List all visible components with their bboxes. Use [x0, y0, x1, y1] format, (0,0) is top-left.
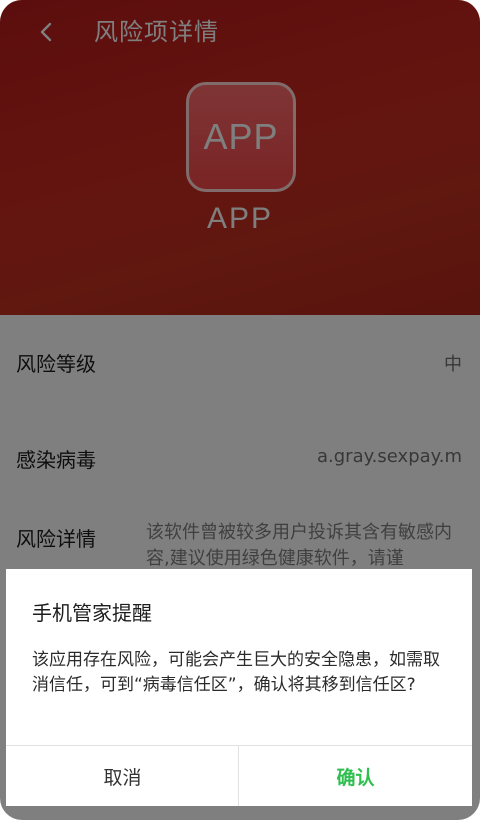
confirm-button[interactable]: 确认 — [239, 746, 472, 806]
reminder-dialog: 手机管家提醒 该应用存在风险，可能会产生巨大的安全隐患，如需取消信任，可到“病毒… — [6, 569, 472, 806]
screen: 风险项详情 APP APP 风险等级 中 感染病毒 a.gray.sexpay.… — [0, 0, 480, 820]
dialog-title: 手机管家提醒 — [32, 601, 152, 625]
dialog-message: 该应用存在风险，可能会产生巨大的安全隐患，如需取消信任，可到“病毒信任区”，确认… — [32, 650, 440, 695]
cancel-button[interactable]: 取消 — [6, 746, 239, 806]
